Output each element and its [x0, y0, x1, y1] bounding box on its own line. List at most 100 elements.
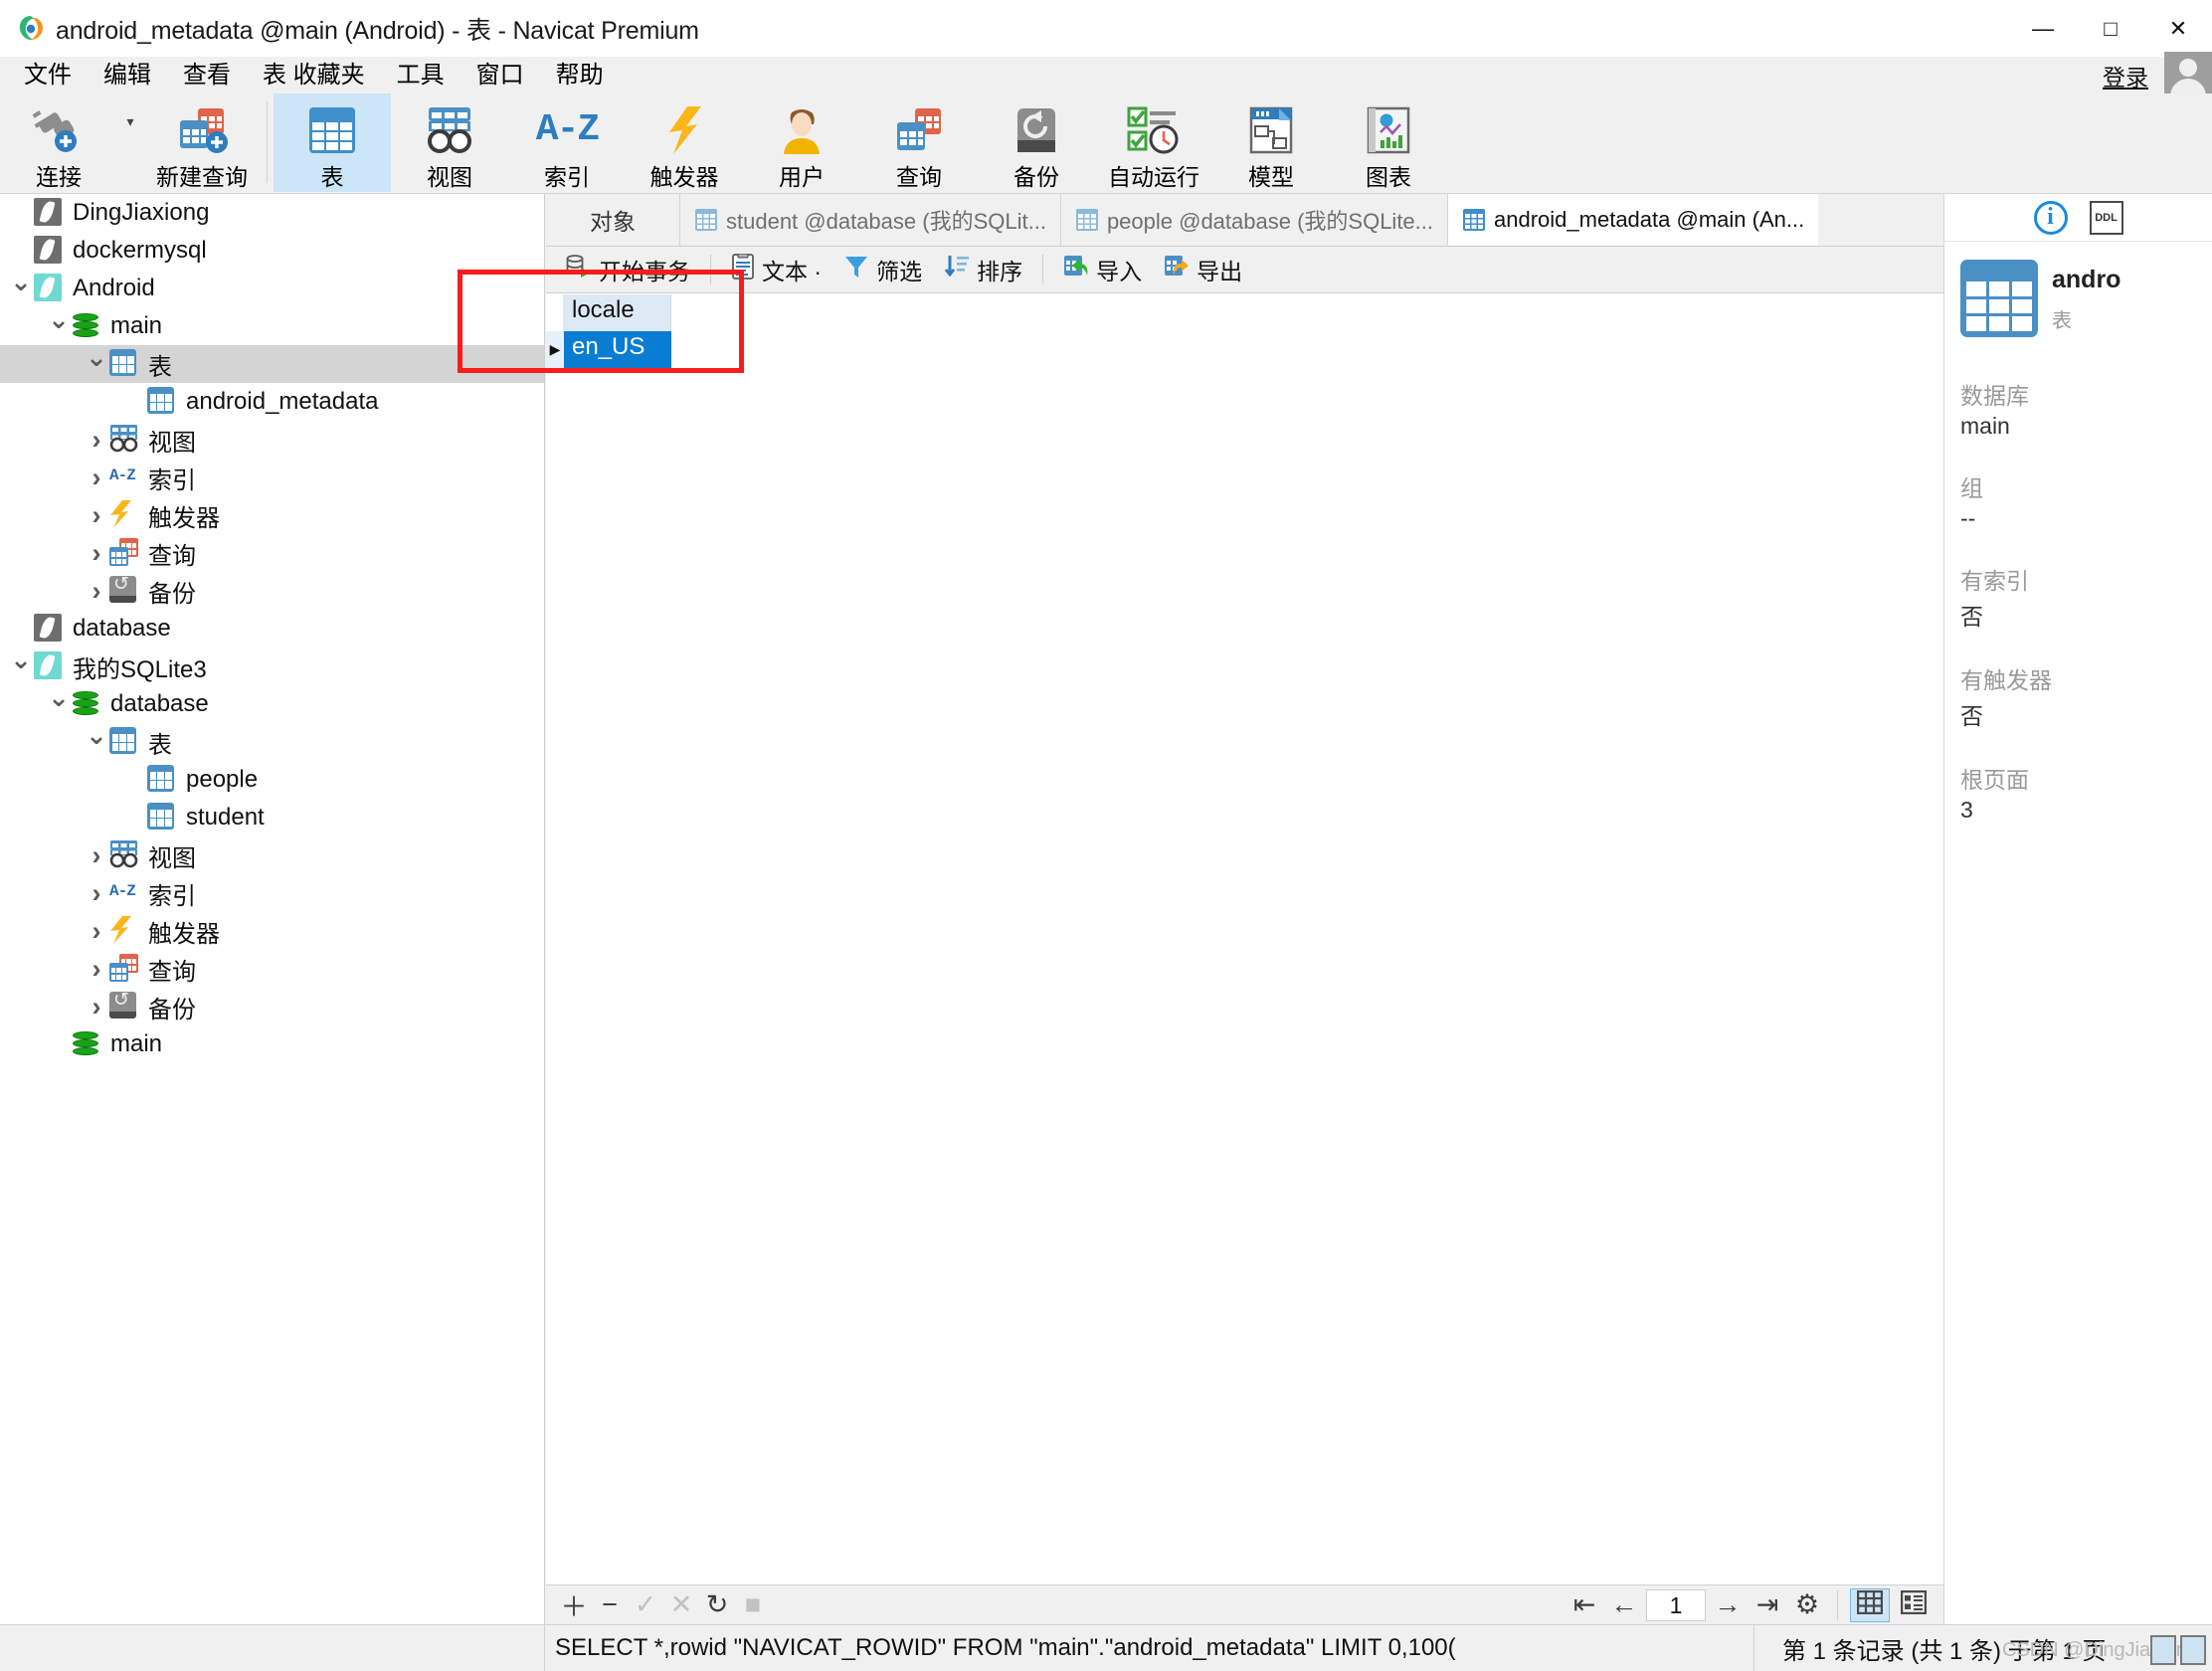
toolbar-button-index[interactable]: A-Z 索引	[508, 93, 626, 192]
tree-item-表[interactable]: 表	[0, 723, 544, 761]
chevron-right-icon[interactable]	[84, 463, 109, 493]
tree-item-Android[interactable]: Android	[0, 270, 544, 307]
toolbar-button-trigger[interactable]: 触发器	[626, 93, 743, 192]
tab-android-metadata[interactable]: android_metadata @main (An...	[1447, 194, 1819, 246]
chevron-right-icon[interactable]	[84, 538, 109, 569]
export-button[interactable]: 导出	[1154, 251, 1252, 288]
tree-item-android_metadata[interactable]: android_metadata	[0, 383, 544, 421]
grid-cell-locale[interactable]: en_US	[564, 331, 671, 368]
table-icon	[1462, 208, 1486, 232]
chevron-down-icon[interactable]	[8, 651, 34, 682]
chevron-down-icon[interactable]	[8, 274, 34, 304]
avatar[interactable]	[2164, 51, 2212, 99]
import-button[interactable]: 导入	[1053, 251, 1152, 288]
settings-gear-button[interactable]: ⚙	[1789, 1587, 1825, 1623]
tree-item-视图[interactable]: 视图	[0, 421, 544, 459]
chevron-right-icon[interactable]	[84, 878, 109, 909]
tree-item-备份[interactable]: 备份	[0, 572, 544, 610]
tree-item-database[interactable]: database	[0, 685, 544, 723]
resize-handle-icon[interactable]	[2150, 1635, 2176, 1665]
tree-item-database[interactable]: database	[0, 610, 544, 648]
sort-button[interactable]: 排序	[934, 251, 1032, 288]
toolbar-button-query[interactable]: 查询	[860, 93, 978, 192]
tab-student[interactable]: student @database (我的SQLit...	[679, 194, 1060, 246]
chevron-down-icon[interactable]	[46, 689, 72, 720]
toolbar-button-connection[interactable]: 连接	[0, 93, 117, 192]
chevron-down-icon[interactable]	[46, 311, 72, 342]
tree-item-people[interactable]: people	[0, 761, 544, 799]
menu-view[interactable]: 查看	[167, 62, 247, 90]
chevron-right-icon[interactable]	[84, 500, 109, 531]
data-grid[interactable]: locale ▶ en_US	[546, 294, 1943, 1624]
begin-transaction-button[interactable]: 开始事务	[556, 251, 700, 288]
toolbar-button-backup[interactable]: 备份	[978, 93, 1095, 192]
tree-item-备份[interactable]: 备份	[0, 988, 544, 1025]
tree-item-索引[interactable]: A-Z 索引	[0, 459, 544, 496]
tree-item-main[interactable]: main	[0, 1025, 544, 1063]
tree-item-我的SQLite3[interactable]: 我的SQLite3	[0, 648, 544, 685]
toolbar-button-table[interactable]: 表	[274, 93, 391, 192]
text-button[interactable]: 文本 ·	[721, 251, 831, 288]
grid-column-header-locale[interactable]: locale	[564, 294, 671, 331]
tree-item-视图[interactable]: 视图	[0, 836, 544, 874]
menu-file[interactable]: 文件	[8, 62, 88, 90]
tree-item-student[interactable]: student	[0, 799, 544, 836]
connection-dropdown-arrow-icon[interactable]: ▾	[117, 93, 143, 192]
toolbar-button-model[interactable]: 模型	[1212, 93, 1330, 192]
toolbar-button-user[interactable]: 用户	[743, 93, 860, 192]
add-record-button[interactable]: ＋	[556, 1587, 592, 1623]
form-view-toggle[interactable]	[1894, 1588, 1934, 1622]
stop-button[interactable]: ■	[735, 1587, 771, 1623]
chevron-right-icon[interactable]	[84, 840, 109, 871]
tree-item-main[interactable]: main	[0, 307, 544, 345]
delete-record-button[interactable]: −	[592, 1587, 628, 1623]
tree-item-dockermysql[interactable]: dockermysql	[0, 232, 544, 270]
filter-button[interactable]: 筛选	[833, 251, 932, 288]
tree-item-DingJiaxiong[interactable]: DingJiaxiong	[0, 194, 544, 232]
first-page-button[interactable]: ⇤	[1567, 1587, 1602, 1623]
close-button[interactable]: ✕	[2144, 0, 2212, 57]
info-tab-icon[interactable]: i	[2033, 200, 2068, 235]
menu-edit[interactable]: 编辑	[88, 62, 167, 90]
menu-table-favorites[interactable]: 表 收藏夹	[247, 62, 381, 90]
page-number-input[interactable]: 1	[1646, 1588, 1706, 1621]
menu-help[interactable]: 帮助	[540, 62, 620, 90]
next-page-button[interactable]: →	[1710, 1587, 1746, 1623]
login-link[interactable]: 登录	[2103, 59, 2148, 93]
tab-people[interactable]: people @database (我的SQLite...	[1059, 194, 1448, 246]
tree-item-表[interactable]: 表	[0, 345, 544, 383]
table-row[interactable]: ▶ en_US	[546, 331, 1943, 368]
connection-tree-sidebar[interactable]: DingJiaxiong dockermysql Android main 表 andro…	[0, 194, 545, 1624]
chevron-right-icon[interactable]	[84, 954, 109, 985]
grid-view-toggle[interactable]	[1850, 1587, 1890, 1622]
menu-tools[interactable]: 工具	[381, 62, 461, 90]
chevron-right-icon[interactable]	[84, 425, 109, 456]
tree-item-索引[interactable]: A-Z 索引	[0, 874, 544, 912]
chevron-down-icon[interactable]	[84, 727, 109, 758]
tree-item-触发器[interactable]: 触发器	[0, 496, 544, 534]
tree-item-label: DingJiaxiong	[73, 199, 210, 226]
toolbar-button-automation[interactable]: 自动运行	[1095, 93, 1212, 192]
cancel-change-button[interactable]: ✕	[663, 1587, 699, 1623]
status-resize-handles[interactable]	[2144, 1629, 2212, 1671]
last-page-button[interactable]: ⇥	[1750, 1587, 1785, 1623]
chevron-right-icon[interactable]	[84, 992, 109, 1022]
menu-window[interactable]: 窗口	[461, 62, 540, 90]
maximize-button[interactable]: □	[2077, 0, 2144, 57]
chevron-right-icon[interactable]	[84, 576, 109, 607]
refresh-button[interactable]: ↻	[699, 1587, 735, 1623]
tab-objects[interactable]: 对象	[546, 194, 679, 246]
apply-change-button[interactable]: ✓	[628, 1587, 663, 1623]
toolbar-button-chart[interactable]: 图表	[1330, 93, 1447, 192]
minimize-button[interactable]: —	[2009, 0, 2077, 57]
tree-item-触发器[interactable]: 触发器	[0, 912, 544, 950]
toolbar-button-view[interactable]: 视图	[391, 93, 508, 192]
resize-handle-icon[interactable]	[2180, 1635, 2206, 1665]
previous-page-button[interactable]: ←	[1606, 1587, 1642, 1623]
tree-item-查询[interactable]: 查询	[0, 534, 544, 572]
chevron-down-icon[interactable]	[84, 349, 109, 380]
chevron-right-icon[interactable]	[84, 916, 109, 947]
tree-item-查询[interactable]: 查询	[0, 950, 544, 988]
toolbar-button-new-query[interactable]: 新建查询	[143, 93, 261, 192]
ddl-tab-icon[interactable]: DDL	[2089, 200, 2123, 235]
